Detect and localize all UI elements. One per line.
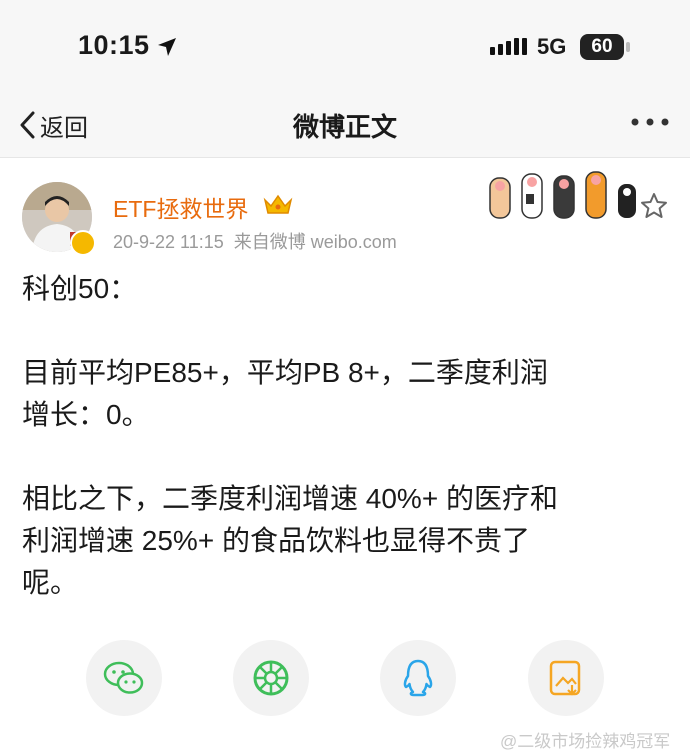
wechat-icon — [103, 661, 144, 694]
share-wechat-button[interactable] — [86, 640, 162, 716]
cat-paws-decoration-icon — [489, 171, 636, 219]
save-image-icon — [549, 660, 581, 696]
share-bar — [0, 640, 690, 716]
watermark: @二级市场捡辣鸡冠军 — [500, 732, 671, 751]
post-timestamp: 20-9-22 11:15 — [113, 232, 224, 252]
verified-badge-icon — [70, 230, 96, 256]
location-arrow-icon — [158, 38, 176, 56]
cellular-signal-icon — [490, 38, 527, 55]
post-paragraph: 科创50： — [22, 273, 138, 304]
post-paragraph: 相比之下，二季度利润增速 40%+ 的医疗和 利润增速 25%+ 的食品饮料也显… — [22, 483, 558, 598]
crown-icon — [263, 194, 293, 214]
share-moments-button[interactable] — [233, 640, 309, 716]
post-content: 科创50： 目前平均PE85+，平均PB 8+，二季度利润 增长：0。 相比之下… — [22, 268, 662, 604]
network-type: 5G — [537, 34, 567, 59]
page-title: 微博正文 — [292, 112, 397, 142]
author-name[interactable]: ETF拯救世界 — [113, 190, 248, 224]
qq-icon — [403, 659, 433, 697]
share-qq-button[interactable] — [380, 640, 456, 716]
status-bar: 10:15 5G 60 — [0, 0, 690, 95]
battery-cap — [626, 42, 630, 52]
battery-indicator: 60 — [580, 34, 624, 60]
star-icon[interactable] — [640, 192, 668, 220]
save-image-button[interactable] — [528, 640, 604, 716]
more-options-icon[interactable] — [630, 117, 670, 127]
post-paragraph: 目前平均PE85+，平均PB 8+，二季度利润 增长：0。 — [22, 357, 548, 430]
navigation-bar: 返回 微博正文 — [0, 95, 690, 158]
status-time: 10:15 — [78, 30, 150, 60]
moments-icon — [253, 660, 289, 696]
post-source: 来自微博 weibo.com — [233, 232, 397, 252]
post-meta: 20-9-22 11:15 来自微博 weibo.com — [113, 228, 397, 254]
